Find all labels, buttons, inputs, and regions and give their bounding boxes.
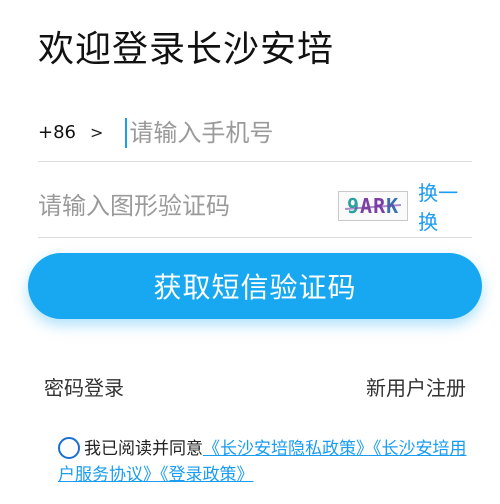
country-code-selector[interactable]: +86 > [38, 122, 103, 143]
login-policy-link[interactable]: 《登录政策》 [160, 465, 254, 485]
get-sms-code-button[interactable]: 获取短信验证码 [28, 253, 482, 319]
captcha-char: 9 [346, 193, 361, 218]
text-cursor [125, 117, 128, 148]
chevron-right-icon: > [90, 123, 104, 142]
captcha-row: 9 A R K 换一换 [38, 174, 472, 238]
agreement-prefix: 我已阅读并同意 [84, 439, 203, 459]
refresh-captcha-button[interactable]: 换一换 [418, 177, 472, 235]
register-link[interactable]: 新用户注册 [366, 372, 466, 401]
phone-input[interactable] [129, 118, 472, 147]
country-code: +86 [38, 122, 76, 143]
captcha-image[interactable]: 9 A R K [338, 190, 409, 221]
password-login-link[interactable]: 密码登录 [44, 372, 124, 401]
privacy-policy-link[interactable]: 《长沙安培隐私政策》 [203, 439, 373, 459]
agree-radio[interactable] [58, 437, 80, 459]
agreement-block: 我已阅读并同意《长沙安培隐私政策》《长沙安培用户服务协议》《登录政策》 [58, 436, 472, 488]
phone-row: +86 > [38, 104, 472, 162]
captcha-input[interactable] [38, 191, 338, 220]
page-title: 欢迎登录长沙安培 [38, 29, 335, 70]
